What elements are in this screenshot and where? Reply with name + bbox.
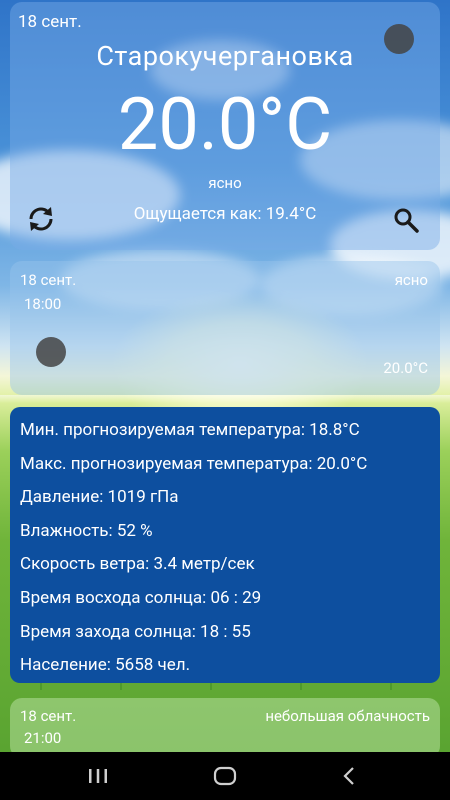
next-forecast-time: 21:00 (24, 729, 62, 747)
back-icon[interactable] (320, 752, 380, 800)
forecast-card[interactable]: 18 сент. 18:00 ясно 20.0°C (10, 261, 440, 395)
pressure: Давление: 1019 гПа (20, 487, 179, 508)
next-forecast-card[interactable]: 18 сент. небольшая облачность 21:00 (10, 698, 440, 758)
sunset-time: Время захода солнца: 18 : 55 (20, 621, 251, 642)
forecast-temperature: 20.0°C (383, 359, 428, 377)
max-temperature: Макс. прогнозируемая температура: 20.0°C (20, 453, 368, 474)
home-icon[interactable] (195, 752, 255, 800)
current-date: 18 сент. (18, 12, 82, 32)
overlay-dot (384, 24, 414, 54)
next-forecast-date: 18 сент. (20, 707, 77, 725)
current-weather-card: 18 сент. Старокучергановка 20.0°C ясно О… (10, 2, 440, 250)
humidity: Влажность: 52 % (20, 520, 153, 541)
refresh-icon[interactable] (24, 202, 58, 236)
city-name: Старокучергановка (96, 40, 354, 72)
min-temperature: Мин. прогнозируемая температура: 18.8°C (20, 420, 360, 440)
next-forecast-condition: небольшая облачность (265, 707, 430, 725)
overlay-dot (36, 337, 66, 367)
details-list: Мин. прогнозируемая температура: 18.8°C … (20, 419, 367, 688)
forecast-date: 18 сент. (20, 271, 77, 289)
search-icon[interactable] (392, 206, 420, 234)
details-card: Мин. прогнозируемая температура: 18.8°C … (10, 407, 440, 683)
forecast-time: 18:00 (24, 295, 62, 313)
population: Население: 5658 чел. (20, 655, 191, 676)
wind-speed: Скорость ветра: 3.4 метр/сек (20, 554, 255, 575)
forecast-condition: ясно (394, 271, 428, 289)
feels-like: Ощущается как: 19.4°C (133, 204, 317, 224)
recent-apps-icon[interactable] (68, 752, 128, 800)
navigation-bar (0, 752, 450, 800)
current-condition: ясно (208, 174, 242, 192)
current-temperature: 20.0°C (117, 82, 333, 167)
sunrise-time: Время восхода солнца: 06 : 29 (20, 587, 262, 608)
